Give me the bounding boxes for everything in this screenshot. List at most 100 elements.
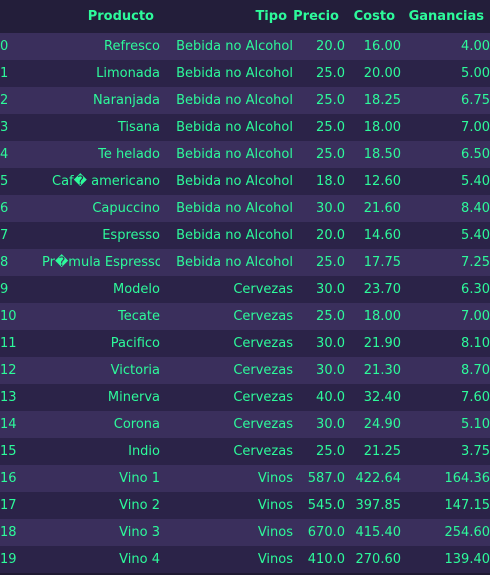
table-row: 14 Corona Cervezas 30.0 24.90 5.10 [0,411,490,438]
tipo-cell: Bebida no Alcohol [176,174,293,189]
costo-cell: 18.00 [363,120,401,135]
producto-cell: Limonada [96,66,160,81]
index-cell: 6 [0,201,9,216]
index-cell: 17 [0,498,17,513]
producto-cell: Espresso [102,228,160,243]
table-row: 19 Vino 4 Vinos 410.0 270.60 139.40 [0,546,490,573]
table-row: 11 Pacifico Cervezas 30.0 21.90 8.10 [0,330,490,357]
producto-cell: Te helado [98,147,160,162]
ganancias-cell: 6.75 [461,93,490,108]
table-row: 4 Te helado Bebida no Alcohol 25.0 18.50 6.50 [0,141,490,168]
costo-cell: 21.60 [363,201,401,216]
tipo-cell: Cervezas [233,444,293,459]
tipo-cell: Bebida no Alcohol [176,228,293,243]
header-index [0,0,42,33]
header-producto: Producto [87,9,154,24]
costo-cell: 20.00 [363,66,401,81]
header-row: Producto Tipo Precio Costo Ganancias [0,0,490,33]
precio-cell: 545.0 [307,498,345,513]
precio-cell: 25.0 [316,444,345,459]
table-row: 7 Espresso Bebida no Alcohol 20.0 14.60 5.40 [0,222,490,249]
producto-cell: Naranjada [92,93,160,108]
tipo-cell: Bebida no Alcohol [176,66,293,81]
index-cell: 7 [0,228,9,243]
producto-cell: Vino 2 [119,498,160,513]
producto-cell: Caf� americano [52,174,160,189]
ganancias-cell: 3.75 [461,444,490,459]
producto-cell: Tecate [118,309,160,324]
table-row: 0 Refresco Bebida no Alcohol 20.0 16.00 4.00 [0,33,490,60]
tipo-cell: Bebida no Alcohol [176,120,293,135]
table-row: 18 Vino 3 Vinos 670.0 415.40 254.60 [0,519,490,546]
index-cell: 4 [0,147,9,162]
precio-cell: 20.0 [316,228,345,243]
costo-cell: 12.60 [363,174,401,189]
index-cell: 19 [0,552,17,567]
index-cell: 1 [0,66,9,81]
tipo-cell: Cervezas [233,390,293,405]
precio-cell: 25.0 [316,255,345,270]
ganancias-cell: 5.40 [461,228,490,243]
ganancias-cell: 5.10 [461,417,490,432]
index-cell: 16 [0,471,17,486]
ganancias-cell: 7.00 [461,120,490,135]
ganancias-cell: 7.00 [461,309,490,324]
producto-cell: Minerva [107,390,160,405]
tipo-cell: Bebida no Alcohol [176,39,293,54]
costo-cell: 23.70 [363,282,401,297]
table-row: 6 Capuccino Bebida no Alcohol 30.0 21.60 8.40 [0,195,490,222]
producto-cell: Pacifico [110,336,160,351]
tipo-cell: Cervezas [233,417,293,432]
producto-cell: Vino 3 [119,525,160,540]
precio-cell: 30.0 [316,336,345,351]
ganancias-cell: 8.40 [461,201,490,216]
ganancias-cell: 7.60 [461,390,490,405]
costo-cell: 21.30 [363,363,401,378]
ganancias-cell: 7.25 [461,255,490,270]
index-cell: 15 [0,444,17,459]
header-ganancias: Ganancias [408,9,484,24]
tipo-cell: Bebida no Alcohol [176,255,293,270]
index-cell: 14 [0,417,17,432]
precio-cell: 670.0 [307,525,345,540]
index-cell: 12 [0,363,17,378]
precio-cell: 30.0 [316,282,345,297]
producto-cell: Vino 4 [119,552,160,567]
index-cell: 2 [0,93,9,108]
producto-cell: Capuccino [92,201,160,216]
precio-cell: 410.0 [307,552,345,567]
tipo-cell: Vinos [257,525,293,540]
index-cell: 8 [0,255,9,270]
costo-cell: 18.00 [363,309,401,324]
precio-cell: 587.0 [307,471,345,486]
precio-cell: 25.0 [316,93,345,108]
ganancias-cell: 254.60 [444,525,490,540]
ganancias-cell: 4.00 [461,39,490,54]
ganancias-cell: 6.30 [461,282,490,297]
index-cell: 13 [0,390,17,405]
producto-cell: Refresco [104,39,160,54]
table-body: 0 Refresco Bebida no Alcohol 20.0 16.00 4.00 1… [0,33,490,573]
tipo-cell: Cervezas [233,309,293,324]
table-row: 2 Naranjada Bebida no Alcohol 25.0 18.25 6.75 [0,87,490,114]
table-row: 12 Victoria Cervezas 30.0 21.30 8.70 [0,357,490,384]
tipo-cell: Bebida no Alcohol [176,147,293,162]
costo-cell: 270.60 [355,552,402,567]
index-cell: 10 [0,309,17,324]
index-cell: 18 [0,525,17,540]
index-cell: 3 [0,120,9,135]
table-row: 9 Modelo Cervezas 30.0 23.70 6.30 [0,276,490,303]
precio-cell: 18.0 [316,174,345,189]
costo-cell: 422.64 [355,471,402,486]
ganancias-cell: 147.15 [444,498,490,513]
producto-cell: Vino 1 [119,471,160,486]
table-row: 17 Vino 2 Vinos 545.0 397.85 147.15 [0,492,490,519]
tipo-cell: Bebida no Alcohol [176,93,293,108]
header-precio: Precio [293,9,339,24]
ganancias-cell: 164.36 [444,471,490,486]
tipo-cell: Cervezas [233,282,293,297]
costo-cell: 21.90 [363,336,401,351]
precio-cell: 20.0 [316,39,345,54]
index-cell: 9 [0,282,9,297]
ganancias-cell: 6.50 [461,147,490,162]
